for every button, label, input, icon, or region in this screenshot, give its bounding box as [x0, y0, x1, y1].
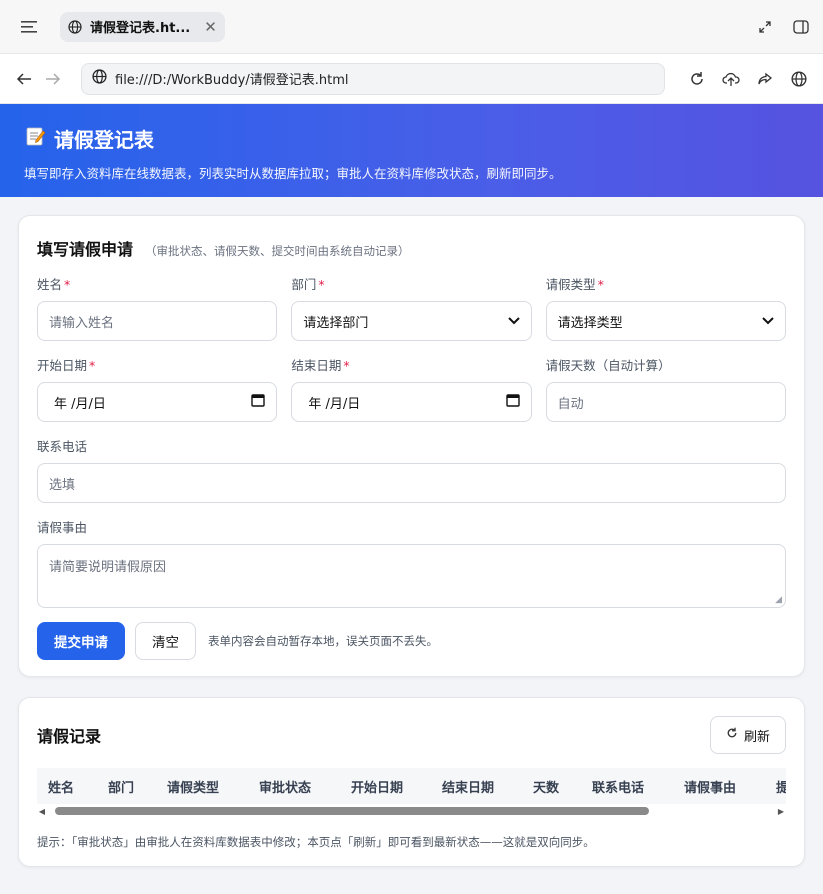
form-note: （审批状态、请假天数、提交时间由系统自动记录）: [145, 244, 410, 258]
col-header-days[interactable]: 天数: [522, 777, 581, 796]
sync-footnote: 提示：「审批状态」由审批人在资料库数据表中修改；本页点「刷新」即可看到最新状态—…: [37, 835, 595, 849]
col-header-leave-type[interactable]: 请假类型: [156, 777, 248, 796]
leave-type-field-group: 请假类型 * 请选择类型: [545, 274, 786, 341]
form-row-3: 联系电话 选填: [37, 436, 786, 503]
tab-close-icon[interactable]: ✕: [204, 18, 217, 36]
share-icon[interactable]: [755, 69, 775, 89]
reload-icon[interactable]: [687, 69, 707, 89]
page-title: 请假登记表: [54, 128, 154, 152]
department-field-group: 部门 * 请选择部门: [291, 274, 532, 341]
reason-label: 请假事由: [37, 520, 88, 535]
form-actions: 提交申请 清空 表单内容会自动暂存本地，误关页面不丢失。: [37, 622, 786, 660]
form-row-2: 开始日期 * 年 /月/日 结束日期 * 年 /月/日 请假天数（自动计算） 自动: [37, 355, 786, 422]
department-label: 部门 *: [291, 277, 325, 292]
col-header-end-date[interactable]: 结束日期: [431, 777, 522, 796]
calendar-icon[interactable]: [505, 393, 520, 411]
chevron-down-icon: [507, 314, 520, 329]
col-header-phone[interactable]: 联系电话: [581, 777, 673, 796]
sidebar-menu-icon[interactable]: [12, 9, 48, 45]
name-field-group: 姓名 * 请输入姓名: [37, 274, 278, 341]
records-header: 请假记录 刷新: [37, 716, 786, 754]
page-subtitle: 填写即存入资料库在线数据表，列表实时从数据库拉取；审批人在资料库修改状态，刷新即…: [24, 166, 562, 181]
translate-globe-icon[interactable]: [789, 69, 809, 89]
refresh-icon: [726, 727, 738, 743]
leave-form-card: 填写请假申请 （审批状态、请假天数、提交时间由系统自动记录） 姓名 * 请输入姓名…: [18, 215, 805, 677]
clear-button[interactable]: 清空: [135, 622, 196, 660]
scrollbar-track[interactable]: [51, 807, 772, 815]
end-date-field-group: 结束日期 * 年 /月/日: [291, 355, 532, 422]
resize-grip-icon[interactable]: ◢: [775, 595, 782, 605]
phone-label: 联系电话: [37, 439, 88, 454]
browser-titlebar: 请假登记表.ht... ✕: [0, 0, 823, 54]
department-select[interactable]: 请选择部门: [291, 301, 532, 341]
col-header-status[interactable]: 审批状态: [248, 777, 340, 796]
col-header-reason[interactable]: 请假事由: [673, 777, 765, 796]
name-label: 姓名 *: [37, 277, 71, 292]
scrollbar-thumb[interactable]: [55, 807, 649, 815]
form-title: 填写请假申请: [37, 240, 134, 259]
col-header-submitted[interactable]: 提: [765, 777, 786, 796]
address-bar: file:///D:/WorkBuddy/请假登记表.html: [0, 54, 823, 104]
col-header-name[interactable]: 姓名: [37, 777, 97, 796]
days-input: 自动: [545, 382, 786, 422]
tab-title: 请假登记表.ht...: [90, 21, 191, 36]
records-title: 请假记录: [37, 727, 102, 746]
leave-records-card: 请假记录 刷新 姓名 部门 请假类型 审批状态 开始日期 结束日期 天数 联系电…: [18, 697, 805, 867]
name-input[interactable]: 请输入姓名: [37, 301, 278, 341]
refresh-button[interactable]: 刷新: [709, 716, 786, 754]
table-header-row: 姓名 部门 请假类型 审批状态 开始日期 结束日期 天数 联系电话 请假事由 提: [37, 768, 786, 804]
autosave-hint: 表单内容会自动暂存本地，误关页面不丢失。: [208, 634, 438, 648]
start-date-field-group: 开始日期 * 年 /月/日: [37, 355, 278, 422]
form-header: 填写请假申请 （审批状态、请假天数、提交时间由系统自动记录）: [37, 236, 786, 260]
leave-type-label: 请假类型 *: [545, 277, 604, 292]
leave-type-select[interactable]: 请选择类型: [545, 301, 786, 341]
records-table: 姓名 部门 请假类型 审批状态 开始日期 结束日期 天数 联系电话 请假事由 提…: [37, 768, 786, 818]
scroll-right-icon[interactable]: ▶: [776, 807, 786, 816]
url-field[interactable]: file:///D:/WorkBuddy/请假登记表.html: [81, 62, 665, 95]
chevron-down-icon: [762, 314, 774, 329]
reason-textarea[interactable]: 请简要说明请假原因 ◢: [37, 544, 786, 608]
browser-tab[interactable]: 请假登记表.ht... ✕: [60, 11, 225, 42]
url-text: file:///D:/WorkBuddy/请假登记表.html: [115, 73, 349, 88]
days-label: 请假天数（自动计算）: [545, 358, 671, 373]
site-info-icon[interactable]: [92, 69, 107, 88]
memo-icon: [24, 125, 46, 152]
split-view-icon[interactable]: [791, 17, 811, 37]
back-icon[interactable]: [14, 66, 34, 92]
reason-field-group: 请假事由 请简要说明请假原因 ◢: [37, 517, 786, 608]
horizontal-scrollbar[interactable]: ◀ ▶: [37, 804, 786, 818]
page-title-row: 请假登记表: [24, 124, 799, 153]
page-header: 请假登记表 填写即存入资料库在线数据表，列表实时从数据库拉取；审批人在资料库修改…: [0, 104, 823, 197]
days-field-group: 请假天数（自动计算） 自动: [545, 355, 786, 422]
form-row-1: 姓名 * 请输入姓名 部门 * 请选择部门 请假类型 * 请选择类型: [37, 274, 786, 341]
col-header-start-date[interactable]: 开始日期: [340, 777, 431, 796]
end-date-input[interactable]: 年 /月/日: [291, 382, 532, 422]
phone-field-group: 联系电话 选填: [37, 436, 786, 503]
globe-icon: [68, 19, 82, 34]
scroll-left-icon[interactable]: ◀: [37, 807, 47, 816]
col-header-department[interactable]: 部门: [97, 777, 156, 796]
phone-input[interactable]: 选填: [37, 463, 786, 503]
start-date-input[interactable]: 年 /月/日: [37, 382, 278, 422]
refresh-label: 刷新: [743, 729, 770, 745]
submit-button[interactable]: 提交申请: [37, 622, 125, 660]
start-date-label: 开始日期 *: [37, 358, 96, 373]
upload-icon[interactable]: [721, 69, 741, 89]
forward-icon[interactable]: [44, 66, 64, 92]
end-date-label: 结束日期 *: [291, 358, 350, 373]
calendar-icon[interactable]: [251, 393, 266, 411]
expand-icon[interactable]: [755, 17, 775, 37]
